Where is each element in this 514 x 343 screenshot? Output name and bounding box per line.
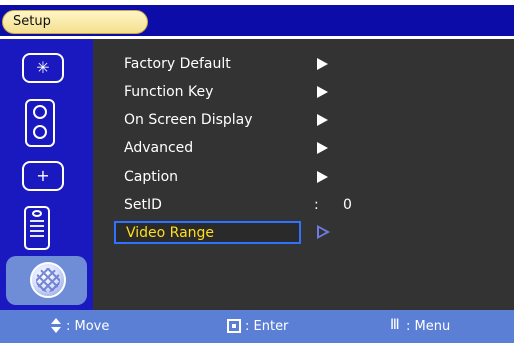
value-separator: : [314,197,319,213]
menu-icon: Ⅲ [390,317,400,333]
picture-icon-glyph: ✳ [36,58,50,77]
menu-item-function-key[interactable]: Function Key [93,80,413,106]
speaker-driver-top [33,105,47,119]
menu-item-setid[interactable]: SetID : 0 [93,193,413,219]
remote-keypad [30,220,44,240]
submenu-arrow-icon [317,142,328,154]
enter-icon [227,319,241,333]
menu-item-advanced[interactable]: Advanced [93,136,413,162]
menu-item-label: Caption [124,169,179,185]
osd-screen: Setup ✳ + Factory Default Function Key O… [0,0,514,343]
submenu-arrow-icon [317,58,328,70]
menu-item-caption[interactable]: Caption [93,165,413,191]
plus-icon[interactable]: + [22,161,64,191]
submenu-arrow-icon [317,225,330,239]
setid-value: 0 [343,197,352,213]
globe-icon [30,262,66,298]
menu-item-label: On Screen Display [124,112,253,128]
menu-item-label: Factory Default [124,56,231,72]
footer-menu-text: : Menu [406,319,451,334]
setup-tab[interactable]: Setup [2,10,148,34]
remote-icon[interactable] [24,206,50,250]
top-bar: Setup [0,5,514,36]
footer-bar: : Move : Enter Ⅲ : Menu [0,310,514,343]
submenu-arrow-icon [317,114,328,126]
menu-item-factory-default[interactable]: Factory Default [93,52,413,78]
remote-top-button [32,210,42,217]
speaker-icon[interactable] [25,99,55,147]
menu-item-label: Advanced [124,140,194,156]
plus-icon-glyph: + [36,166,50,185]
selected-sidebar-slot[interactable] [6,256,87,305]
menu-item-label: Function Key [124,84,214,100]
footer-enter-text: : Enter [245,319,289,334]
setup-tab-label: Setup [13,14,51,29]
menu-item-label-selected: Video Range [126,225,215,241]
menu-item-label: SetID [124,197,162,213]
picture-icon[interactable]: ✳ [22,53,64,83]
submenu-arrow-icon [317,86,328,98]
menu-panel: Factory Default Function Key On Screen D… [93,39,514,310]
footer-move-text: : Move [66,319,110,334]
sidebar: ✳ + [0,39,93,310]
speaker-driver-bottom [33,125,47,139]
submenu-arrow-icon [317,171,328,183]
move-arrows-icon [49,318,63,334]
menu-item-video-range[interactable]: Video Range [114,221,301,244]
menu-item-on-screen-display[interactable]: On Screen Display [93,108,413,134]
